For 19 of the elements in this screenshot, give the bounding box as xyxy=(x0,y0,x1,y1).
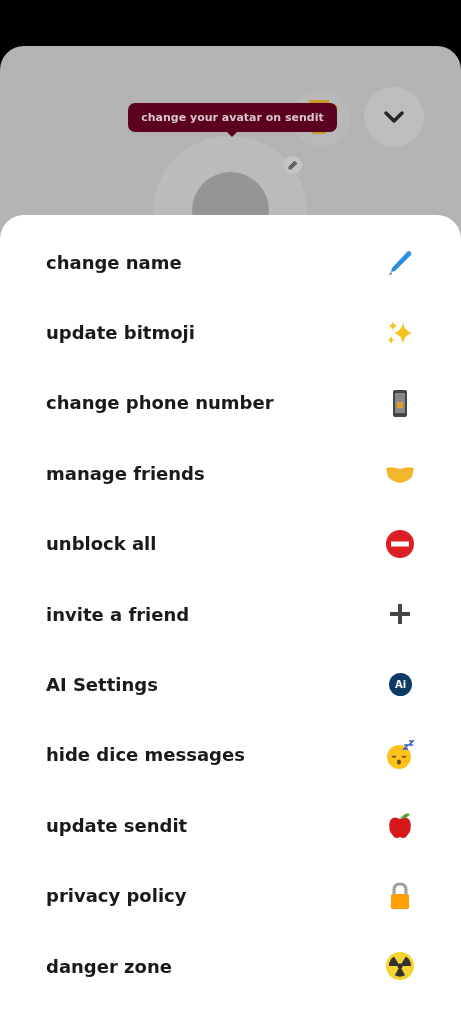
menu-item[interactable]: danger zone xyxy=(0,930,461,1002)
sleeping-face-icon xyxy=(385,739,415,770)
menu-item[interactable]: change phone number xyxy=(0,367,461,439)
menu-item[interactable]: manage friends xyxy=(0,438,461,509)
menu-item[interactable]: change name xyxy=(0,227,461,298)
menu-item[interactable]: invite a friend xyxy=(0,578,461,650)
menu-item[interactable]: privacy policy xyxy=(0,860,461,931)
menu-item[interactable]: unblock all xyxy=(0,508,461,579)
pencil-icon[interactable] xyxy=(284,156,302,174)
menu-item[interactable]: update bitmoji xyxy=(0,297,461,368)
chevron-down-icon xyxy=(383,110,405,124)
avatar-tooltip: change your avatar on sendit xyxy=(128,103,337,132)
ai-icon: Ai xyxy=(389,673,412,697)
radioactive-icon xyxy=(385,951,415,982)
menu-item[interactable]: AI Settings Ai xyxy=(0,649,461,720)
no-entry-icon xyxy=(385,528,415,559)
menu-item[interactable]: hide dice messages xyxy=(0,719,461,791)
tooltip-pointer xyxy=(227,132,237,137)
menu-item[interactable]: update sendit xyxy=(0,790,461,861)
